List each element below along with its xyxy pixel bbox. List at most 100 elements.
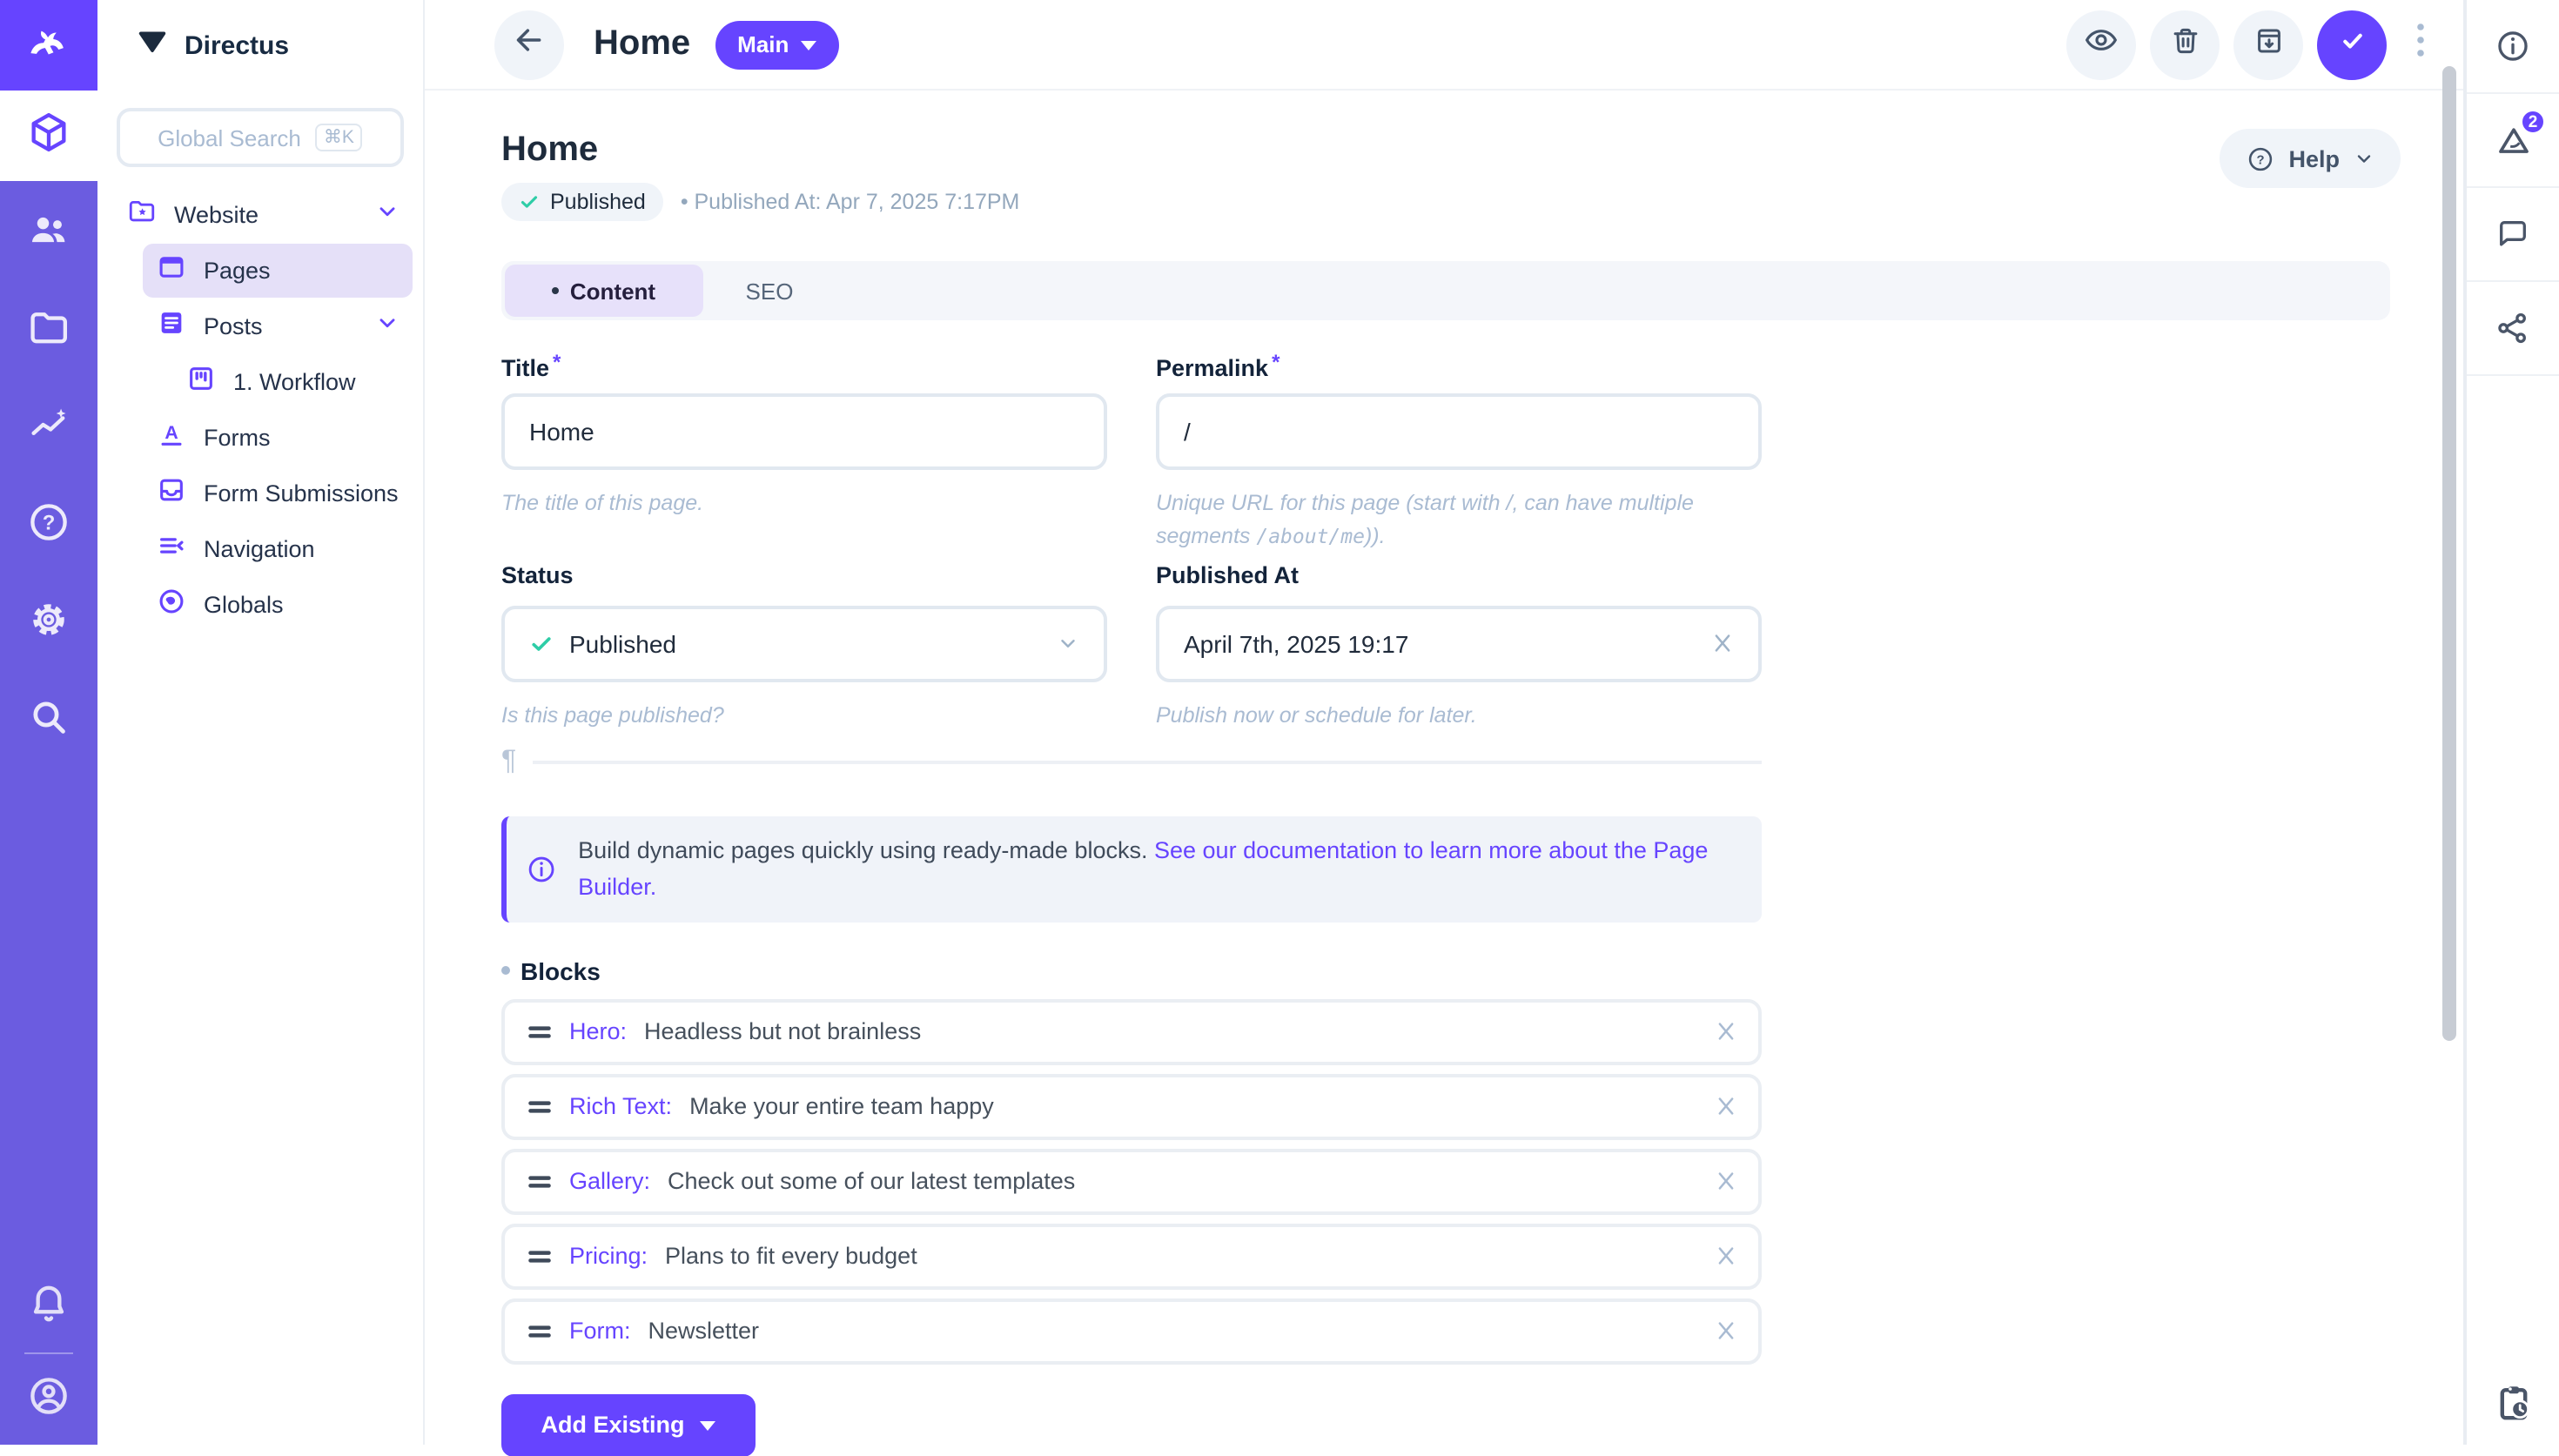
module-bar: ? bbox=[0, 0, 97, 1445]
more-vertical-icon bbox=[2415, 23, 2424, 66]
published-at-note: Publish now or schedule for later. bbox=[1156, 699, 1762, 732]
chevron-down-icon[interactable] bbox=[376, 311, 399, 342]
comment-bubble-icon bbox=[2495, 216, 2531, 252]
sidebar-item-workflow[interactable]: 1. Workflow bbox=[97, 355, 423, 409]
block-type-link[interactable]: Rich Text: bbox=[569, 1093, 672, 1119]
sidebar-revisions-button[interactable]: 2 bbox=[2467, 94, 2559, 188]
block-row-gallery[interactable]: Gallery: Check out some of our latest te… bbox=[501, 1148, 1762, 1214]
sidebar-item-forms[interactable]: A Forms bbox=[97, 411, 423, 465]
sidebar-item-website[interactable]: Website bbox=[97, 188, 423, 242]
block-type-link[interactable]: Gallery: bbox=[569, 1168, 650, 1194]
search-icon bbox=[26, 694, 71, 748]
module-docs[interactable]: ? bbox=[0, 477, 97, 574]
sidebar-item-globals[interactable]: Globals bbox=[97, 578, 423, 632]
module-files[interactable] bbox=[0, 282, 97, 379]
sidebar-share-button[interactable] bbox=[2467, 282, 2559, 376]
project-header[interactable]: Directus bbox=[97, 0, 423, 91]
notifications-button[interactable] bbox=[0, 1262, 97, 1352]
remove-block-button[interactable] bbox=[1715, 1095, 1737, 1117]
archive-button[interactable] bbox=[2233, 10, 2303, 79]
more-options-button[interactable] bbox=[2401, 10, 2439, 79]
sidebar-item-posts[interactable]: Posts bbox=[97, 299, 423, 353]
remove-block-button[interactable] bbox=[1715, 1245, 1737, 1267]
status-select[interactable]: Published bbox=[501, 605, 1107, 681]
caret-down-icon bbox=[801, 39, 816, 50]
sidebar-item-label: Globals bbox=[204, 592, 284, 618]
account-circle-icon bbox=[26, 1372, 71, 1426]
search-placeholder: Global Search bbox=[158, 124, 301, 151]
tab-seo[interactable]: SEO bbox=[703, 265, 836, 317]
drag-handle-icon[interactable] bbox=[527, 1021, 552, 1042]
preview-button[interactable] bbox=[2066, 10, 2136, 79]
permalink-input[interactable]: / bbox=[1156, 393, 1762, 470]
remove-block-button[interactable] bbox=[1715, 1319, 1737, 1342]
chevron-down-icon[interactable] bbox=[376, 199, 399, 231]
permalink-field: Permalink* / Unique URL for this page (s… bbox=[1156, 350, 1762, 553]
module-content[interactable] bbox=[0, 91, 97, 181]
account-button[interactable] bbox=[0, 1354, 97, 1445]
status-badge-label: Published bbox=[550, 190, 646, 214]
menu-open-icon bbox=[157, 530, 186, 568]
sidebar-item-navigation[interactable]: Navigation bbox=[97, 522, 423, 576]
svg-text:?: ? bbox=[43, 511, 56, 534]
gear-icon bbox=[26, 596, 71, 650]
module-search[interactable] bbox=[0, 672, 97, 769]
help-circle-icon: ? bbox=[26, 499, 71, 553]
module-settings[interactable] bbox=[0, 574, 97, 672]
published-at-field: Published At April 7th, 2025 19:17 Publi… bbox=[1156, 561, 1762, 732]
version-label: Main bbox=[737, 31, 789, 57]
tab-content[interactable]: Content bbox=[505, 265, 703, 317]
module-users[interactable] bbox=[0, 185, 97, 282]
save-button[interactable] bbox=[2317, 10, 2387, 79]
version-dropdown[interactable]: Main bbox=[715, 20, 839, 69]
sidebar-tasks-button[interactable] bbox=[2467, 1382, 2559, 1424]
page-header: Home Main bbox=[425, 0, 2463, 91]
directus-logo-button[interactable] bbox=[0, 0, 97, 91]
drag-handle-icon[interactable] bbox=[527, 1171, 552, 1191]
users-icon bbox=[26, 206, 71, 260]
sidebar-item-label: Pages bbox=[204, 258, 271, 284]
check-icon bbox=[2335, 23, 2368, 65]
block-row-form[interactable]: Form: Newsletter bbox=[501, 1298, 1762, 1364]
help-label: Help bbox=[2288, 145, 2340, 171]
published-at-label: Published At bbox=[1156, 561, 1762, 591]
block-type-link[interactable]: Form: bbox=[569, 1318, 631, 1344]
sidebar-item-pages[interactable]: Pages bbox=[143, 244, 413, 298]
notification-count-badge: 2 bbox=[2519, 108, 2547, 136]
title-input[interactable]: Home bbox=[501, 393, 1107, 470]
sidebar-comments-button[interactable] bbox=[2467, 188, 2559, 282]
block-type-link[interactable]: Hero: bbox=[569, 1018, 627, 1044]
module-insights[interactable] bbox=[0, 379, 97, 477]
check-icon bbox=[519, 191, 540, 212]
block-row-pricing[interactable]: Pricing: Plans to fit every budget bbox=[501, 1223, 1762, 1289]
drag-handle-icon[interactable] bbox=[527, 1320, 552, 1341]
close-icon bbox=[1711, 632, 1734, 654]
block-row-hero[interactable]: Hero: Headless but not brainless bbox=[501, 998, 1762, 1064]
title-label: Title* bbox=[501, 350, 1107, 379]
chevron-down-icon bbox=[2354, 148, 2374, 169]
remove-block-button[interactable] bbox=[1715, 1170, 1737, 1192]
add-existing-button[interactable]: Add Existing bbox=[501, 1393, 756, 1456]
info-banner: Build dynamic pages quickly using ready-… bbox=[501, 815, 1762, 922]
sidebar-info-button[interactable] bbox=[2467, 0, 2559, 94]
delete-button[interactable] bbox=[2150, 10, 2220, 79]
clear-date-button[interactable] bbox=[1711, 632, 1734, 654]
drag-handle-icon[interactable] bbox=[527, 1245, 552, 1266]
remove-block-button[interactable] bbox=[1715, 1020, 1737, 1043]
scrollbar-thumb[interactable] bbox=[2442, 66, 2456, 1041]
folder-icon bbox=[26, 304, 71, 358]
block-type-link[interactable]: Pricing: bbox=[569, 1243, 648, 1269]
drag-handle-icon[interactable] bbox=[527, 1096, 552, 1117]
close-icon bbox=[1715, 1095, 1737, 1117]
global-search-input[interactable]: Global Search ⌘K bbox=[117, 108, 404, 167]
divider-block: ¶ bbox=[501, 746, 1762, 777]
published-at-input[interactable]: April 7th, 2025 19:17 bbox=[1156, 605, 1762, 681]
block-row-richtext[interactable]: Rich Text: Make your entire team happy bbox=[501, 1073, 1762, 1139]
title-note: The title of this page. bbox=[501, 487, 1107, 520]
sidebar-item-form-submissions[interactable]: Form Submissions bbox=[97, 466, 423, 520]
svg-text:?: ? bbox=[2256, 152, 2264, 166]
caret-down-icon bbox=[701, 1419, 716, 1430]
help-dropdown[interactable]: ? Help bbox=[2219, 129, 2401, 188]
back-button[interactable] bbox=[494, 10, 564, 79]
nav-sidebar: Directus Global Search ⌘K Website P bbox=[97, 0, 425, 1445]
